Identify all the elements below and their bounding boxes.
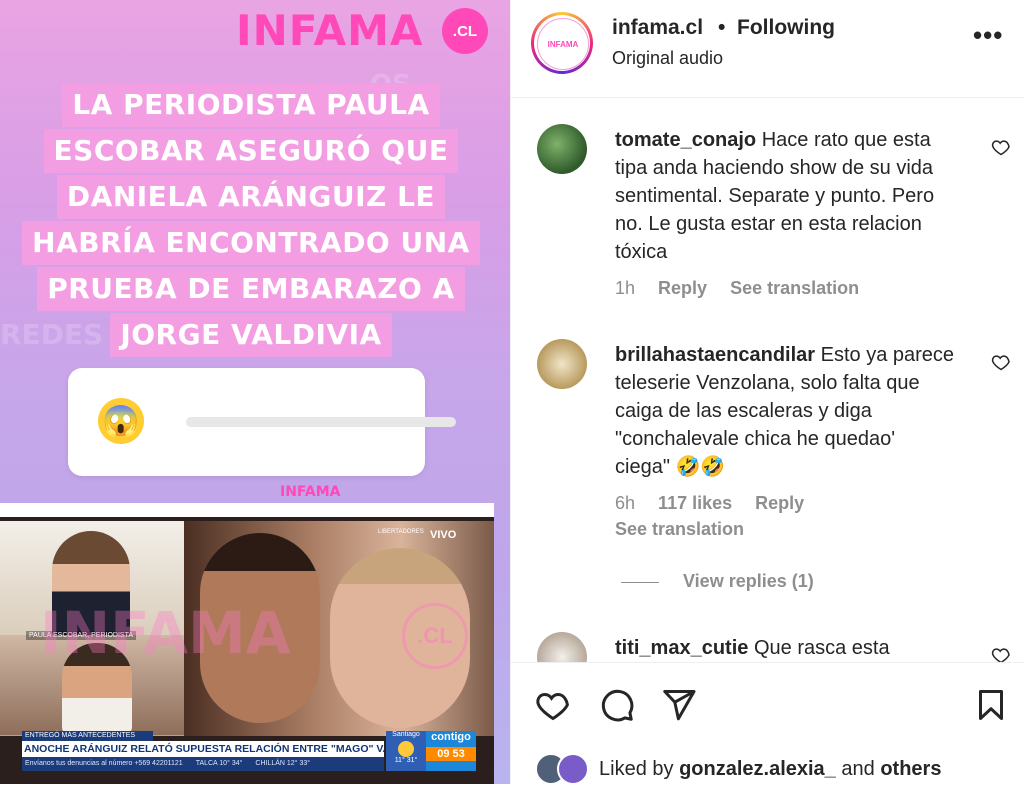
view-replies-label: View replies (1) <box>683 571 814 591</box>
save-bookmark-icon[interactable] <box>973 687 1009 723</box>
view-replies-button[interactable]: View replies (1) <box>621 571 814 592</box>
liked-by-and: and <box>841 757 875 780</box>
tv-watermark: INFAMA <box>40 599 291 667</box>
comment-username[interactable]: titi_max_cutie <box>615 637 748 659</box>
tv-watermark-dot: .CL <box>402 603 468 669</box>
weather-city: Santiago <box>392 731 420 738</box>
comment-text: titi_max_cutie Que rasca esta <box>615 634 955 662</box>
post-actions-bar: Liked by gonzalez.alexia_ and others <box>511 662 1024 785</box>
like-comment-heart-icon[interactable] <box>991 137 1011 157</box>
tv-screenshot: PAULA ESCOBAR, PERIODISTA LIBERTADORES V… <box>0 503 494 784</box>
more-options-icon[interactable]: ••• <box>973 22 1003 48</box>
channel-box: contigo 09 53 <box>426 731 476 771</box>
reply-button[interactable]: Reply <box>755 493 804 513</box>
liked-by-user[interactable]: gonzalez.alexia_ <box>679 758 836 781</box>
share-paper-plane-icon[interactable] <box>661 687 697 723</box>
post-header: INFAMA infama.cl • Following Original au… <box>511 0 1024 98</box>
slider-track[interactable] <box>186 417 456 427</box>
like-comment-heart-icon[interactable] <box>991 352 1011 372</box>
headline-line: JORGE VALDIVIA <box>110 313 392 357</box>
comments-panel: INFAMA infama.cl • Following Original au… <box>510 0 1024 785</box>
headline-line: DANIELA ARÁNGUIZ LE <box>56 175 446 219</box>
headline-line: ESCOBAR ASEGURÓ QUE <box>43 129 459 173</box>
ticker-bottom-item: Envíanos tus denuncias al número +569 42… <box>25 760 183 767</box>
headline-line: PRUEBA DE EMBARAZO A <box>37 267 465 311</box>
live-label: VIVO <box>430 529 457 541</box>
comment-text: tomate_conajo Hace rato que esta tipa an… <box>615 126 955 266</box>
comment-meta: 6h 117 likes Reply <box>615 493 804 514</box>
comment-time: 6h <box>615 493 636 513</box>
reply-button[interactable]: Reply <box>658 278 707 298</box>
story-headline: LA PERIODISTA PAULA ESCOBAR ASEGURÓ QUE … <box>20 82 482 358</box>
tv-top-bar <box>0 503 494 517</box>
commenter-avatar[interactable] <box>537 339 587 389</box>
instagram-post-view: OS REDES INFAMA .CL LA PERIODISTA PAULA … <box>0 0 1024 785</box>
headline-line: LA PERIODISTA PAULA <box>62 83 440 127</box>
small-watermark: INFAMA <box>280 484 341 500</box>
liked-by-prefix: Liked by <box>599 757 674 780</box>
weather-box: Santiago 11° 31° <box>386 731 426 771</box>
post-username[interactable]: infama.cl <box>612 16 703 40</box>
audio-label[interactable]: Original audio <box>612 48 723 69</box>
avatar-inner: INFAMA <box>534 15 590 71</box>
liked-by-others[interactable]: others <box>880 758 941 781</box>
liker-avatar <box>557 753 589 785</box>
commenter-avatar[interactable] <box>537 124 587 174</box>
comment-likes[interactable]: 117 likes <box>658 493 732 513</box>
ticker-kicker: ENTREGÓ MÁS ANTECEDENTES <box>22 731 153 741</box>
weather-temp: 11° 31° <box>394 757 418 764</box>
comment-username[interactable]: tomate_conajo <box>615 129 756 151</box>
post-media[interactable]: OS REDES INFAMA .CL LA PERIODISTA PAULA … <box>0 0 510 784</box>
separator-dot: • <box>718 16 726 39</box>
see-translation-button[interactable]: See translation <box>615 519 744 540</box>
see-translation-button[interactable]: See translation <box>730 278 859 298</box>
ticker-headline: ANOCHE ARÁNGUIZ RELATÓ SUPUESTA RELACIÓN… <box>22 741 384 757</box>
comment-meta: 1h Reply See translation <box>615 278 859 299</box>
scream-emoji-icon[interactable]: 😱 <box>98 398 144 444</box>
ticker-bottom: Envíanos tus denuncias al número +569 42… <box>22 757 384 771</box>
brand-logo-dot: .CL <box>442 8 488 54</box>
headline-line: HABRÍA ENCONTRADO UNA <box>22 221 480 265</box>
comment-bubble-icon[interactable] <box>599 687 635 723</box>
comment-text: brillahastaencandilar Esto ya parece tel… <box>615 341 955 481</box>
channel-label: contigo <box>431 731 471 743</box>
comment-time: 1h <box>615 278 636 298</box>
comment-username[interactable]: brillahastaencandilar <box>615 344 815 366</box>
sun-icon <box>398 741 414 757</box>
following-button[interactable]: Following <box>737 16 835 40</box>
clock-label: 09 53 <box>426 747 476 761</box>
cup-logo: LIBERTADORES <box>378 529 424 535</box>
avatar-logo: INFAMA <box>537 18 589 70</box>
like-heart-icon[interactable] <box>535 687 571 723</box>
ticker-bottom-item: CHILLÁN 12° 33° <box>255 760 311 767</box>
replies-line <box>621 581 659 583</box>
brand-logo: INFAMA <box>236 6 424 55</box>
emoji-slider-sticker[interactable]: 😱 <box>68 368 456 476</box>
ticker-bottom-item: TALCA 10° 34° <box>195 760 243 767</box>
profile-avatar[interactable]: INFAMA <box>531 12 593 74</box>
comment-body: Que rasca esta <box>753 637 890 659</box>
liked-by-row[interactable]: Liked by gonzalez.alexia_ and others <box>535 753 941 785</box>
